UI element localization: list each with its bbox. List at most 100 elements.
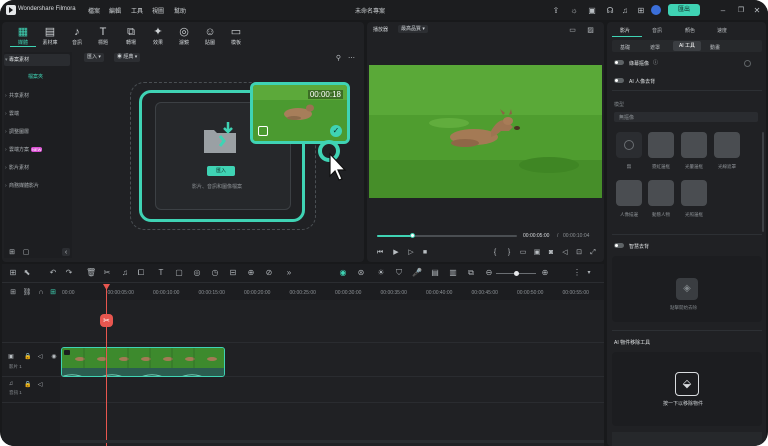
sidebar-item-shared[interactable]: › 共享素材	[4, 90, 70, 102]
step-back-icon[interactable]: ⏮	[375, 248, 385, 258]
tab-stickers[interactable]: ☺ 貼圖	[199, 26, 221, 46]
sidebar-item-cloud[interactable]: › 雲端	[4, 108, 70, 120]
effect-thumb-6[interactable]	[681, 180, 707, 206]
volume-icon[interactable]: ◁	[560, 248, 570, 258]
effect-thumb-5[interactable]	[648, 180, 674, 206]
redo-icon[interactable]: ↷	[64, 268, 74, 278]
speaker-icon[interactable]: ◁	[36, 380, 44, 388]
play-loop-icon[interactable]: ▷	[406, 248, 416, 258]
sidebar-item-project-media[interactable]: ▾ 專案素材	[4, 54, 70, 66]
headphones-icon[interactable]: ☊	[605, 5, 615, 15]
menu-tools[interactable]: 工具	[131, 6, 143, 15]
info-icon[interactable]: ⓘ	[652, 59, 659, 66]
tab-stock[interactable]: ▤ 素材庫	[39, 26, 61, 46]
subtab-animation[interactable]: 動畫	[710, 44, 720, 51]
subtab-basic[interactable]: 基礎	[620, 44, 630, 51]
text-tool-icon[interactable]: T	[156, 268, 166, 278]
image-view-icon[interactable]: ▨	[586, 25, 595, 34]
grid-icon[interactable]: ⊞	[636, 5, 646, 15]
play-icon[interactable]: ▶	[391, 248, 401, 258]
ratio-icon[interactable]: ⊡	[574, 248, 584, 258]
tab-speed-props[interactable]: 速度	[717, 27, 727, 34]
shape-icon[interactable]: ▢	[174, 268, 184, 278]
tab-audio[interactable]: ♪ 音訊	[66, 26, 88, 46]
filter-sort-icon[interactable]: ⚲	[334, 53, 343, 62]
marker-icon[interactable]: ☀	[376, 268, 386, 278]
menu-help[interactable]: 幫助	[174, 6, 186, 15]
bulb-icon[interactable]: ☼	[569, 5, 579, 15]
lock-icon[interactable]: 🔒	[24, 380, 32, 388]
expand-dot-icon[interactable]	[744, 60, 751, 67]
player-progress-track[interactable]	[377, 233, 517, 238]
freeze-icon[interactable]: ⊟	[228, 268, 238, 278]
select-icon[interactable]: ⬉	[22, 268, 32, 278]
speed-icon[interactable]: ◷	[210, 268, 220, 278]
collapse-icon[interactable]: ‹	[62, 248, 70, 256]
tab-effects[interactable]: ✦ 效果	[147, 26, 169, 46]
effect-thumb-4[interactable]	[616, 180, 642, 206]
chevron-down-icon[interactable]: ▾	[584, 268, 594, 278]
mark-in-icon[interactable]: {	[490, 248, 500, 258]
magnet-icon[interactable]: ∩	[36, 288, 46, 298]
lock-icon[interactable]: 🔒	[24, 352, 32, 360]
clip-split-icon[interactable]: ▥	[448, 268, 458, 278]
playhead-line[interactable]	[106, 286, 107, 446]
display-icon[interactable]: ▣	[532, 248, 542, 258]
camera-icon[interactable]: ◙	[546, 248, 556, 258]
tab-media[interactable]: ▦ 媒體	[12, 26, 34, 46]
checkmark-icon[interactable]: ✓	[330, 125, 342, 137]
mic-icon[interactable]: 🎤	[412, 268, 422, 278]
add-track-icon[interactable]: ⊞	[8, 288, 18, 298]
column-options-icon[interactable]: ⋮	[572, 268, 582, 278]
subtab-mask[interactable]: 遮罩	[650, 44, 660, 51]
timeline-hscrollbar[interactable]	[60, 440, 604, 443]
export-button[interactable]: 匯出	[668, 4, 700, 16]
effect-thumb-none[interactable]	[616, 132, 642, 158]
speaker-icon[interactable]: ◁	[36, 352, 44, 360]
save-icon[interactable]: ▣	[587, 5, 597, 15]
minimize-icon[interactable]: –	[718, 5, 728, 15]
delete-icon[interactable]: 🗑	[86, 268, 96, 278]
chroma-key-toggle[interactable]	[614, 60, 624, 65]
stabilize-icon[interactable]: ⊘	[264, 268, 274, 278]
zoom-out-icon[interactable]: ⊖	[484, 268, 494, 278]
menu-file[interactable]: 檔案	[88, 6, 100, 15]
sidebar-item-cloud-plan[interactable]: › 雲端方案 NEW	[4, 144, 70, 156]
new-folder-icon[interactable]: ⊞	[8, 248, 16, 256]
fullscreen-icon[interactable]: ⤢	[588, 248, 598, 258]
tab-transitions[interactable]: ⧉ 轉場	[120, 26, 142, 46]
audio-detach-icon[interactable]: ♫	[120, 268, 130, 278]
layout-icon[interactable]: ⊞	[8, 268, 18, 278]
ai-assist-icon[interactable]: ◉	[338, 268, 348, 278]
split-handle-icon[interactable]: ✂	[100, 314, 113, 327]
more-tools-icon[interactable]: »	[284, 268, 294, 278]
drag-preview[interactable]: 00:00:18 ✓	[250, 82, 350, 144]
sidebar-item-folder[interactable]: 檔案夾	[4, 71, 70, 83]
mask-icon[interactable]: ◎	[192, 268, 202, 278]
eye-icon[interactable]: ◉	[50, 352, 58, 360]
mark-out-icon[interactable]: }	[504, 248, 514, 258]
shield-icon[interactable]: ⛉	[394, 268, 404, 278]
stop-icon[interactable]: ■	[420, 248, 430, 258]
quality-dropdown[interactable]: 最高品質 ▾	[398, 25, 428, 33]
drop-import-button[interactable]: 匯入	[207, 166, 235, 176]
maximize-icon[interactable]: ❐	[736, 5, 746, 15]
snapshot-view-icon[interactable]: ▭	[568, 25, 577, 34]
crop-icon[interactable]: ⧠	[136, 268, 146, 278]
tab-color-props[interactable]: 顏色	[685, 27, 695, 34]
menu-view[interactable]: 視圖	[152, 6, 164, 15]
folder-icon[interactable]: ▢	[22, 248, 30, 256]
menu-edit[interactable]: 編輯	[109, 6, 121, 15]
tab-video-props[interactable]: 影片	[620, 27, 630, 34]
render-icon[interactable]: ⊛	[356, 268, 366, 278]
effect-thumb-2[interactable]	[681, 132, 707, 158]
zoom-slider-handle[interactable]	[514, 271, 519, 276]
video-preview[interactable]	[369, 65, 602, 198]
motion-icon[interactable]: ⊕	[246, 268, 256, 278]
close-icon[interactable]: ✕	[752, 5, 762, 15]
effect-thumb-3[interactable]	[714, 132, 740, 158]
subtab-ai-tools[interactable]: AI 工具	[673, 41, 701, 51]
ai-portrait-toggle[interactable]	[614, 78, 624, 83]
model-select[interactable]: 無摳像	[614, 112, 758, 122]
panel-scrollbar[interactable]	[762, 132, 764, 232]
